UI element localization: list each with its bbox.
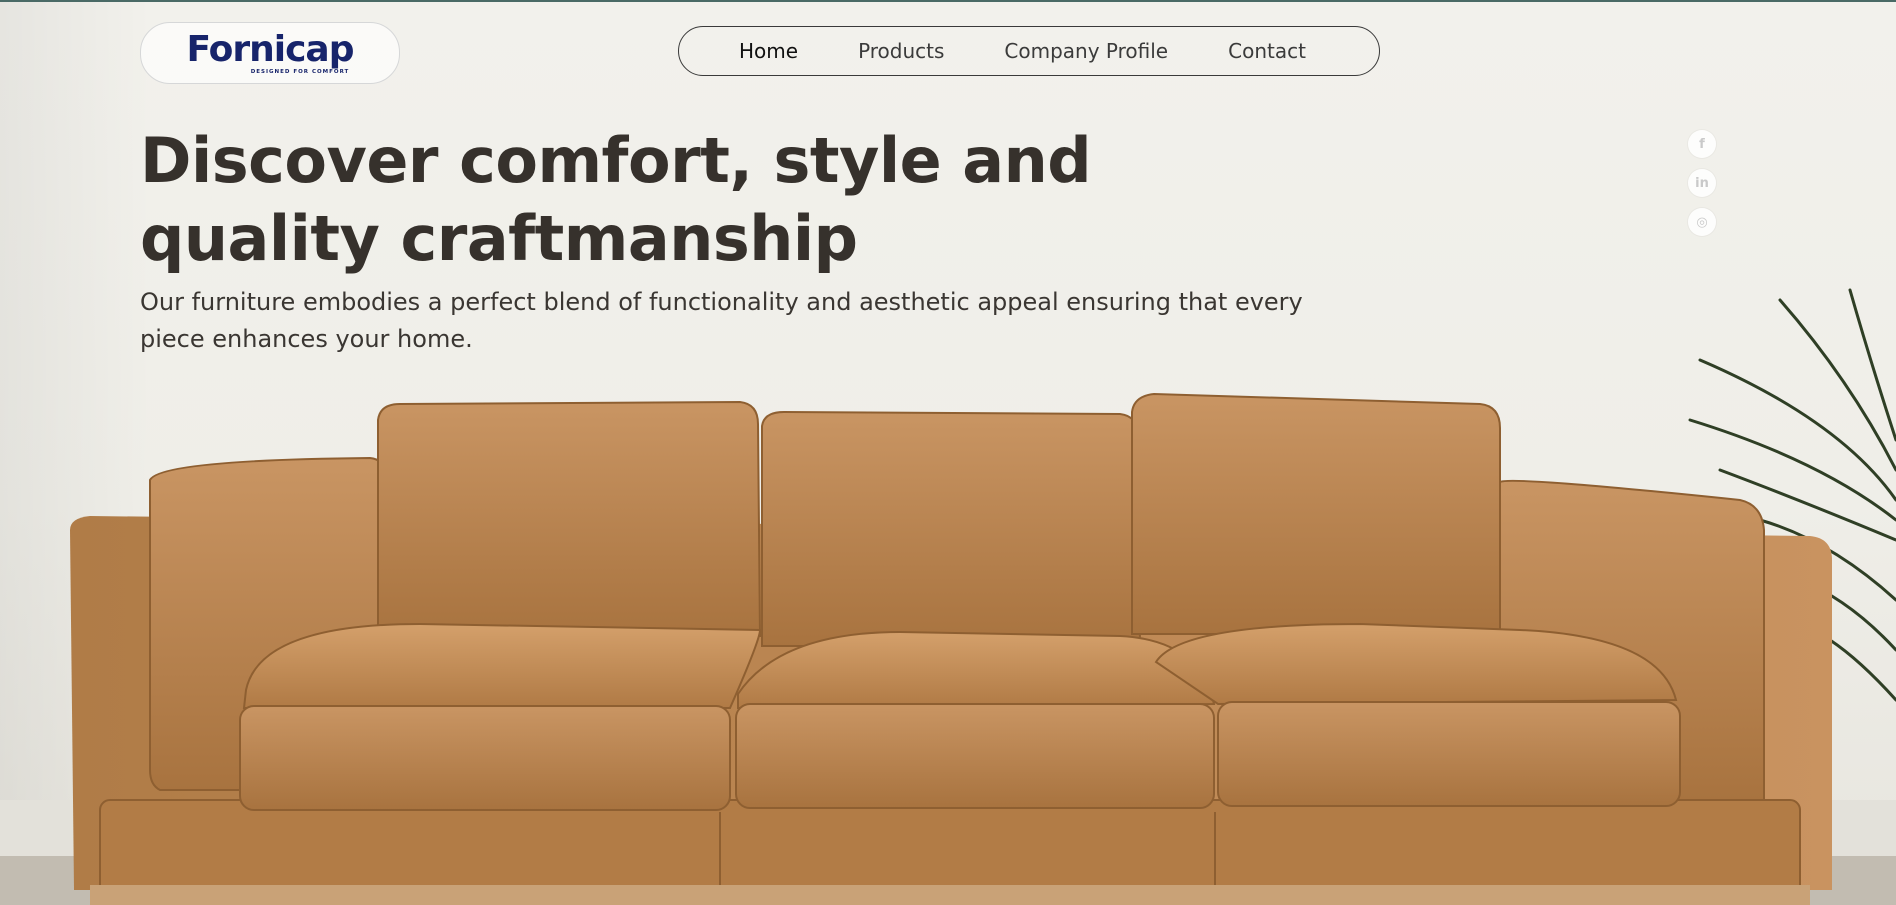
brand-wordmark: Fornicap [186, 28, 355, 70]
brand-tagline: DESIGNED FOR COMFORT [250, 68, 350, 75]
nav-item-company-profile[interactable]: Company Profile [1004, 39, 1168, 63]
nav-item-contact[interactable]: Contact [1228, 39, 1306, 63]
instagram-icon[interactable]: ◎ [1688, 208, 1716, 236]
linkedin-icon[interactable]: in [1688, 169, 1716, 197]
brand-logo[interactable]: Fornicap DESIGNED FOR COMFORT [140, 22, 400, 84]
hero-subtitle: Our furniture embodies a perfect blend o… [140, 288, 1303, 353]
nav-item-products[interactable]: Products [858, 39, 944, 63]
social-links: f in ◎ [1688, 130, 1716, 247]
nav-item-home[interactable]: Home [739, 39, 798, 63]
hero-headline: Discover comfort, style and quality craf… [140, 124, 1092, 275]
main-nav: Home Products Company Profile Contact [678, 26, 1380, 76]
facebook-icon[interactable]: f [1688, 130, 1716, 158]
